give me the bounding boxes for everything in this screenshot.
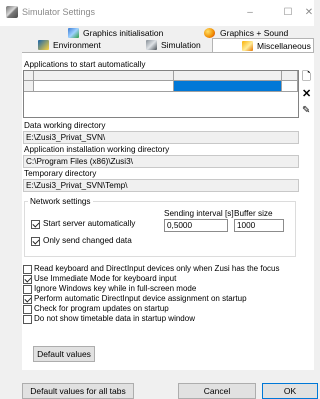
- option-label: Do not show timetable data in startup wi…: [34, 314, 195, 323]
- grid-header-cell: [34, 71, 174, 81]
- start-server-checkbox[interactable]: [31, 220, 40, 229]
- tab-label: Miscellaneous: [257, 41, 311, 51]
- tab-simulation[interactable]: Simulation: [126, 39, 212, 52]
- option-checkbox[interactable]: [23, 275, 32, 284]
- interval-input[interactable]: 0,5000: [164, 219, 228, 232]
- new-file-icon[interactable]: 🗋: [302, 70, 316, 84]
- grid-header-cell: [282, 71, 298, 81]
- grid-cell-selected[interactable]: [174, 81, 282, 92]
- option-checkbox[interactable]: [23, 305, 32, 314]
- palette-icon: [204, 28, 215, 38]
- data-dir-label: Data working directory: [24, 121, 106, 130]
- option-label: Check for program updates on startup: [34, 304, 169, 313]
- simulation-icon: [146, 40, 157, 50]
- ok-button[interactable]: OK: [262, 383, 318, 399]
- close-button[interactable]: ✕: [302, 0, 316, 26]
- install-dir-field[interactable]: C:\Program Files (x86)\Zusi3\: [23, 155, 299, 168]
- only-changed-label: Only send changed data: [43, 236, 132, 245]
- minimize-button[interactable]: –: [238, 0, 262, 26]
- grid-header-cell: [174, 71, 282, 81]
- edit-icon[interactable]: ✎: [302, 104, 316, 118]
- option-checkbox[interactable]: [23, 285, 32, 294]
- data-dir-field[interactable]: E:\Zusi3_Privat_SVN\: [23, 131, 299, 144]
- network-group-label: Network settings: [28, 197, 93, 206]
- interval-label: Sending interval [s]: [164, 209, 234, 218]
- window-title: Simulator Settings: [22, 7, 96, 17]
- temp-dir-label: Temporary directory: [24, 169, 97, 178]
- option-label: Use Immediate Mode for keyboard input: [34, 274, 177, 283]
- tab-label: Simulation: [161, 40, 201, 50]
- install-dir-label: Application installation working directo…: [24, 145, 170, 154]
- tab-environment[interactable]: Environment: [22, 39, 126, 52]
- tab-label: Environment: [53, 40, 101, 50]
- title-bar: Simulator Settings – ☐ ✕: [0, 0, 314, 26]
- tab-miscellaneous[interactable]: Miscellaneous: [212, 38, 314, 53]
- grid-cell[interactable]: [282, 81, 298, 92]
- delete-icon[interactable]: ✕: [302, 87, 316, 101]
- maximize-button[interactable]: ☐: [278, 0, 298, 26]
- app-icon: [6, 6, 18, 18]
- grid-row-header: [24, 81, 34, 92]
- miscellaneous-icon: [242, 41, 253, 51]
- option-checkbox[interactable]: [23, 295, 32, 304]
- buffer-input[interactable]: 1000: [234, 219, 284, 232]
- default-values-button[interactable]: Default values: [33, 346, 95, 362]
- environment-icon: [38, 40, 49, 50]
- temp-dir-field[interactable]: E:\Zusi3_Privat_SVN\Temp\: [23, 179, 299, 192]
- default-all-tabs-button[interactable]: Default values for all tabs: [22, 383, 134, 399]
- option-label: Read keyboard and DirectInput devices on…: [34, 264, 280, 273]
- start-server-label: Start server automatically: [43, 219, 136, 228]
- option-checkbox[interactable]: [23, 265, 32, 274]
- option-label: Perform automatic DirectInput device ass…: [34, 294, 247, 303]
- option-checkbox[interactable]: [23, 315, 32, 324]
- apps-label: Applications to start automatically: [24, 60, 146, 69]
- grid-cell[interactable]: [34, 81, 174, 92]
- only-changed-checkbox[interactable]: [31, 237, 40, 246]
- cancel-button[interactable]: Cancel: [178, 383, 256, 399]
- grid-corner: [24, 71, 34, 81]
- tab-label: Graphics initialisation: [83, 28, 164, 38]
- buffer-label: Buffer size: [234, 209, 273, 218]
- apps-grid[interactable]: [23, 70, 299, 118]
- graphics-icon: [68, 28, 79, 38]
- option-label: Ignore Windows key while in full-screen …: [34, 284, 197, 293]
